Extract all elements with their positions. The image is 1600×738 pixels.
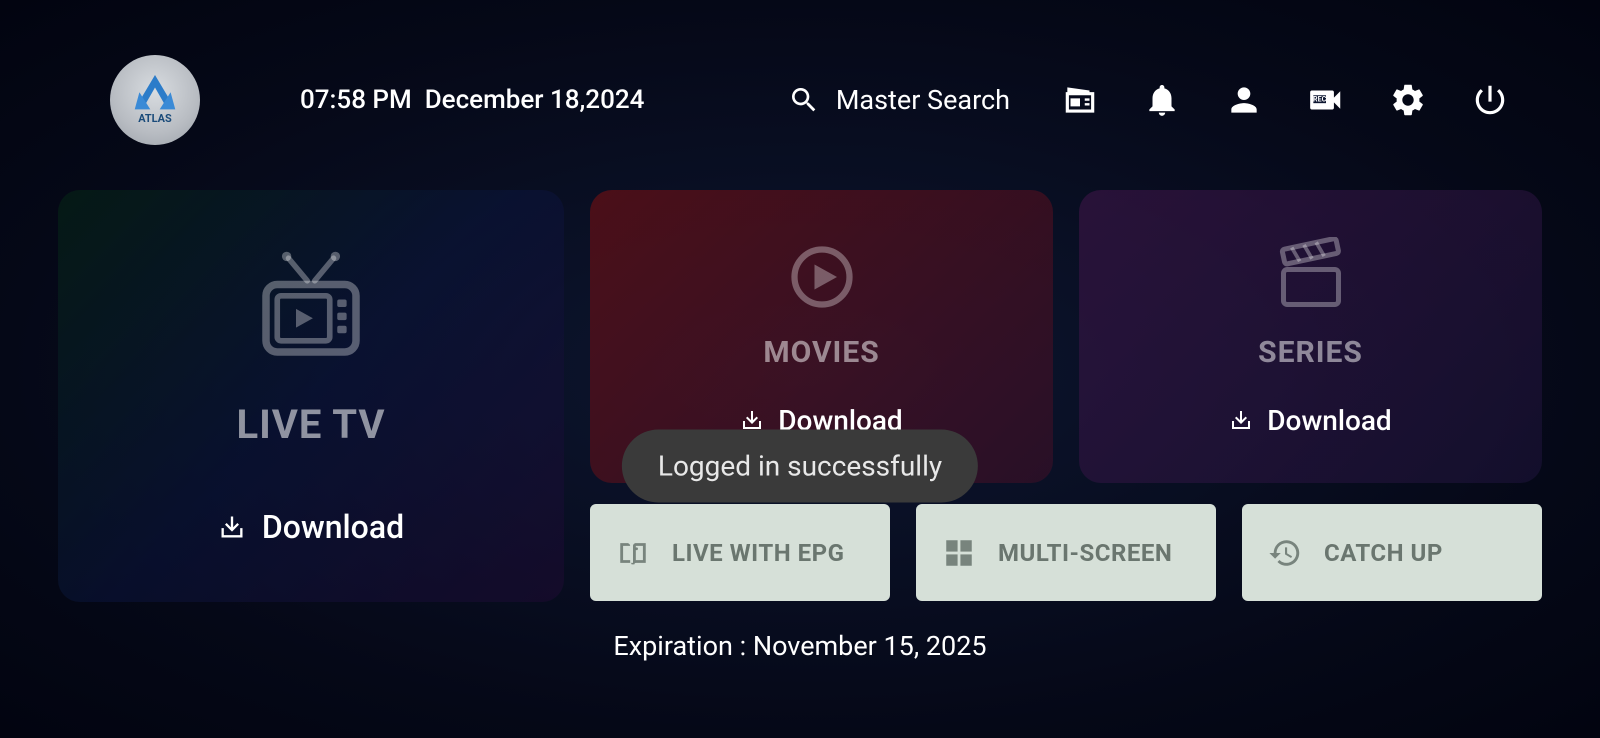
epg-label: LIVE WITH EPG bbox=[672, 539, 844, 567]
main-grid: LIVE TV Download MOVIES Download bbox=[0, 160, 1600, 602]
login-toast: Logged in successfully bbox=[622, 430, 978, 503]
download-icon bbox=[740, 408, 764, 432]
record-camera-icon: REC bbox=[1307, 81, 1345, 119]
catch-up-tile[interactable]: CATCH UP bbox=[1242, 504, 1542, 601]
play-circle-icon bbox=[782, 237, 862, 317]
app-logo[interactable]: ATLAS bbox=[110, 55, 200, 145]
download-icon bbox=[218, 513, 246, 541]
date-text: December 18,2024 bbox=[425, 85, 645, 115]
notifications-button[interactable] bbox=[1142, 80, 1182, 120]
series-title: SERIES bbox=[1258, 335, 1363, 370]
account-button[interactable] bbox=[1224, 80, 1264, 120]
series-download-label: Download bbox=[1267, 404, 1391, 437]
atlas-logo-icon: ATLAS bbox=[116, 61, 194, 139]
live-tv-icon-wrap bbox=[251, 247, 371, 371]
movies-title: MOVIES bbox=[763, 335, 879, 370]
person-icon bbox=[1225, 81, 1263, 119]
download-icon bbox=[1229, 408, 1253, 432]
power-icon bbox=[1471, 81, 1509, 119]
gear-icon bbox=[1389, 81, 1427, 119]
settings-button[interactable] bbox=[1388, 80, 1428, 120]
svg-text:REC: REC bbox=[1313, 95, 1327, 104]
bottom-row: LIVE WITH EPG MULTI-SCREEN CATCH UP bbox=[590, 504, 1542, 601]
expiration-text: Expiration : November 15, 2025 bbox=[613, 630, 986, 662]
book-icon bbox=[616, 536, 650, 570]
radio-icon bbox=[1061, 81, 1099, 119]
live-tv-title: LIVE TV bbox=[236, 401, 385, 448]
header-icon-bar: REC bbox=[1060, 80, 1510, 120]
tv-icon bbox=[251, 247, 371, 367]
search-icon bbox=[788, 84, 820, 116]
live-download-label: Download bbox=[262, 508, 404, 546]
header: ATLAS 07:58 PM December 18,2024 Master S… bbox=[0, 0, 1600, 160]
time-text: 07:58 PM bbox=[300, 85, 412, 115]
expiration-footer: Expiration : November 15, 2025 bbox=[0, 630, 1600, 662]
clapperboard-icon bbox=[1271, 237, 1351, 317]
bell-icon bbox=[1143, 81, 1181, 119]
multi-screen-tile[interactable]: MULTI-SCREEN bbox=[916, 504, 1216, 601]
multi-label: MULTI-SCREEN bbox=[998, 539, 1172, 567]
search-label: Master Search bbox=[836, 84, 1010, 116]
grid-icon bbox=[942, 536, 976, 570]
radio-button[interactable] bbox=[1060, 80, 1100, 120]
power-button[interactable] bbox=[1470, 80, 1510, 120]
master-search[interactable]: Master Search bbox=[788, 84, 1010, 116]
history-icon bbox=[1268, 536, 1302, 570]
record-button[interactable]: REC bbox=[1306, 80, 1346, 120]
live-with-epg-tile[interactable]: LIVE WITH EPG bbox=[590, 504, 890, 601]
live-tv-download[interactable]: Download bbox=[218, 508, 404, 546]
series-tile[interactable]: SERIES Download bbox=[1079, 190, 1542, 483]
catchup-label: CATCH UP bbox=[1324, 539, 1443, 567]
datetime-display: 07:58 PM December 18,2024 bbox=[300, 85, 644, 115]
toast-message: Logged in successfully bbox=[658, 450, 942, 483]
series-download[interactable]: Download bbox=[1229, 404, 1391, 437]
svg-text:ATLAS: ATLAS bbox=[138, 112, 172, 125]
live-tv-tile[interactable]: LIVE TV Download bbox=[58, 190, 564, 602]
